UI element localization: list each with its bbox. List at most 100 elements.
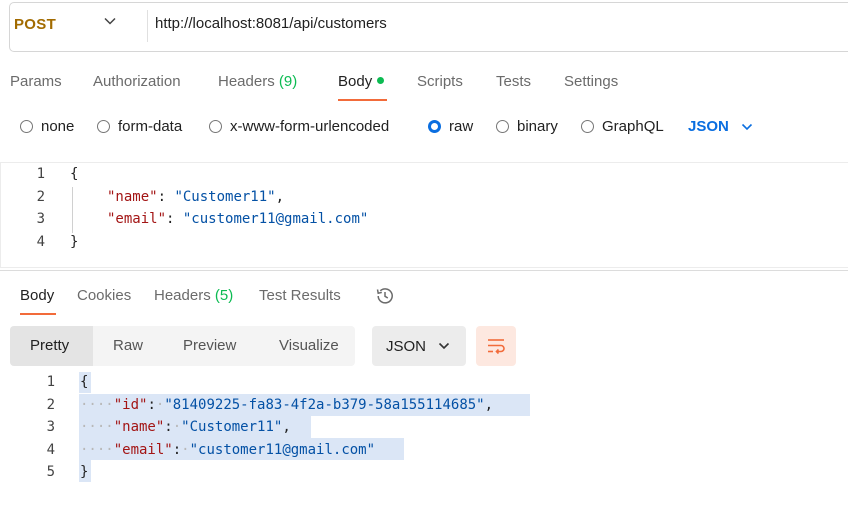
wrap-lines-icon	[488, 339, 505, 355]
json-colon: :	[164, 419, 173, 435]
radio-circle	[581, 120, 594, 133]
response-code-line: ····"email":·"customer11@gmail.com"	[80, 442, 375, 458]
line-number: 3	[46, 419, 55, 435]
radio-raw-label: raw	[449, 118, 474, 135]
json-comma: ,	[484, 397, 494, 413]
line-number: 2	[36, 189, 45, 205]
tab-headers-label: Headers	[218, 73, 275, 90]
url-input[interactable]: http://localhost:8081/api/customers	[155, 15, 387, 32]
json-key: "id"	[113, 397, 148, 413]
json-value: "81409225-fa83-4f2a-b379-58a155114685"	[164, 397, 485, 413]
tab-headers[interactable]: Headers (9)	[218, 73, 297, 90]
response-tab-cookies[interactable]: Cookies	[77, 287, 131, 304]
json-key: "name"	[107, 189, 158, 205]
history-icon[interactable]	[374, 285, 396, 307]
request-url-bar	[9, 2, 848, 52]
radio-form-data-label: form-data	[118, 118, 183, 135]
line-number: 4	[46, 442, 55, 458]
chevron-down-icon[interactable]	[103, 14, 117, 28]
response-code-line: ····"id":·"81409225-fa83-4f2a-b379-58a15…	[80, 397, 493, 413]
response-tab-test-results[interactable]: Test Results	[259, 287, 341, 304]
method-select[interactable]: POST	[14, 16, 56, 33]
json-value: "customer11@gmail.com"	[182, 211, 369, 227]
radio-binary[interactable]: binary	[496, 118, 558, 135]
wrap-lines-button[interactable]	[476, 326, 516, 366]
radio-circle	[97, 120, 110, 133]
tab-headers-count: (9)	[278, 73, 298, 90]
tab-authorization[interactable]: Authorization	[93, 73, 181, 90]
response-code-line: ····"name":·"Customer11",	[80, 419, 291, 435]
code-line[interactable]: "email": "customer11@gmail.com"	[107, 211, 368, 227]
tab-body-label: Body	[338, 73, 373, 90]
json-key: "name"	[113, 419, 165, 435]
tab-scripts[interactable]: Scripts	[417, 73, 463, 90]
line-number: 4	[36, 234, 45, 250]
radio-circle	[496, 120, 509, 133]
view-mode-pretty[interactable]: Pretty	[30, 337, 69, 354]
response-tab-headers-count: (5)	[214, 287, 234, 304]
json-colon: :	[172, 442, 182, 458]
tab-params[interactable]: Params	[10, 73, 62, 90]
json-key: "email"	[113, 442, 173, 458]
response-tab-headers[interactable]: Headers (5)	[154, 287, 233, 304]
editor-border	[0, 267, 848, 268]
raw-format-label: JSON	[688, 118, 729, 135]
view-mode-raw[interactable]: Raw	[113, 337, 143, 354]
active-tab-indicator	[20, 313, 56, 315]
editor-border	[0, 162, 848, 163]
radio-none[interactable]: none	[20, 118, 74, 135]
active-tab-indicator	[338, 99, 387, 101]
radio-raw[interactable]: raw	[428, 118, 473, 135]
json-value: "Customer11"	[181, 419, 283, 435]
whitespace-dots: ····	[80, 442, 114, 458]
radio-circle	[209, 120, 222, 133]
response-tab-headers-label: Headers	[154, 287, 211, 304]
response-tab-body[interactable]: Body	[20, 287, 54, 304]
radio-circle	[20, 120, 33, 133]
json-colon: :	[166, 211, 183, 227]
line-number: 3	[36, 211, 45, 227]
whitespace-dots: ····	[80, 419, 114, 435]
chevron-down-icon	[741, 123, 752, 130]
view-mode-preview[interactable]: Preview	[183, 337, 236, 354]
tab-tests[interactable]: Tests	[496, 73, 531, 90]
json-value: "Customer11"	[174, 189, 276, 205]
json-comma: ,	[282, 419, 291, 435]
radio-binary-label: binary	[517, 118, 558, 135]
line-number: 1	[46, 374, 55, 390]
body-status-dot	[377, 76, 385, 84]
view-mode-visualize[interactable]: Visualize	[279, 337, 339, 354]
response-format-select[interactable]: JSON	[372, 326, 466, 366]
code-close-brace: }	[80, 464, 89, 480]
code-close-brace: }	[70, 234, 79, 250]
line-number: 2	[46, 397, 55, 413]
radio-urlencoded[interactable]: x-www-form-urlencoded	[209, 118, 389, 135]
json-comma: ,	[275, 189, 285, 205]
json-value: "customer11@gmail.com"	[189, 442, 376, 458]
editor-border	[0, 162, 1, 268]
tab-settings[interactable]: Settings	[564, 73, 618, 90]
whitespace-dots: ·	[181, 442, 190, 458]
json-key: "email"	[107, 211, 167, 227]
tab-body[interactable]: Body	[338, 73, 385, 90]
code-open-brace: {	[80, 374, 89, 390]
radio-form-data[interactable]: form-data	[97, 118, 182, 135]
response-format-label: JSON	[386, 337, 427, 355]
radio-urlencoded-label: x-www-form-urlencoded	[230, 118, 390, 135]
radio-circle-selected	[428, 120, 441, 133]
line-number: 1	[36, 166, 45, 182]
whitespace-dots: ·	[172, 419, 182, 435]
indent-guide	[72, 187, 73, 233]
json-colon: :	[157, 189, 175, 205]
chevron-down-icon	[438, 342, 450, 350]
whitespace-dots: ····	[80, 397, 114, 413]
json-colon: :	[147, 397, 156, 413]
raw-format-select[interactable]: JSON	[688, 118, 753, 135]
radio-graphql[interactable]: GraphQL	[581, 118, 664, 135]
panel-divider[interactable]	[0, 270, 848, 271]
radio-graphql-label: GraphQL	[602, 118, 664, 135]
code-line[interactable]: "name": "Customer11",	[107, 189, 284, 205]
url-divider	[147, 10, 148, 42]
radio-none-label: none	[41, 118, 75, 135]
line-number: 5	[46, 464, 55, 480]
